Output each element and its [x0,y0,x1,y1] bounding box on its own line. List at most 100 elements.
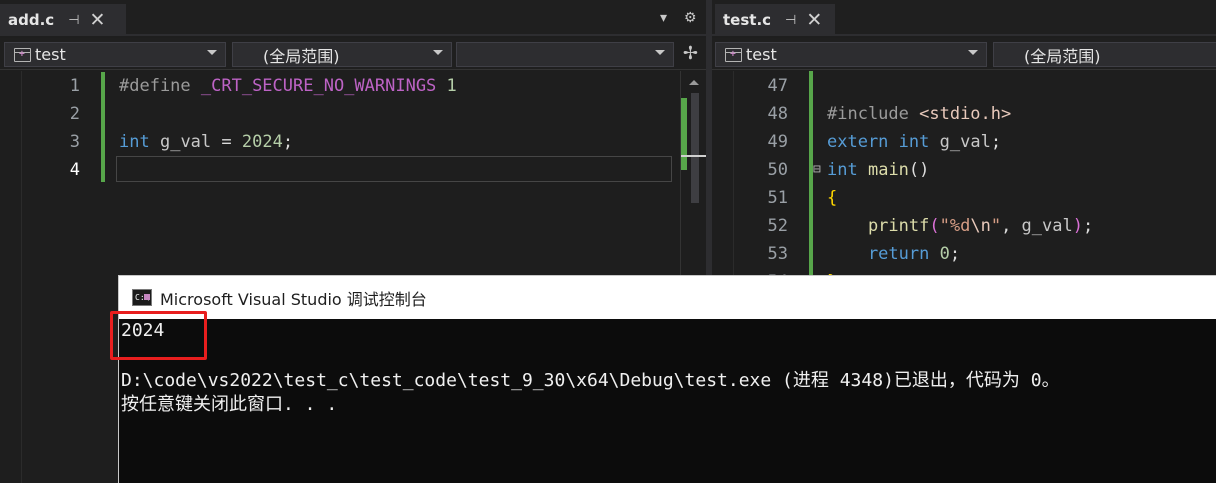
tab-title: add.c [8,11,55,29]
line-number: 50 [767,160,788,180]
line-number: 49 [767,132,788,152]
code-text: int g_val = 2024; [119,128,293,156]
left-navigation-bar: test (全局范围) ✢ [0,38,706,70]
code-text: extern int g_val; [827,128,1001,156]
code-line[interactable]: 4 [0,156,706,184]
scope-name: (全局范围) [263,46,340,66]
tab-list-dropdown-icon[interactable]: ▾ [660,9,667,26]
code-line[interactable]: 52 printf("%d\n", g_val); [712,212,1216,240]
code-token: \n [970,216,991,236]
code-token: int [119,132,150,152]
code-token: = [211,132,242,152]
code-token: ( [929,216,940,236]
right-tabstrip: test.c ⊣ ✕ [712,0,1216,36]
project-name: test [746,45,777,64]
scrollbar-change-mark [681,98,687,170]
chevron-down-icon [207,50,217,55]
line-number: 47 [767,76,788,96]
split-window-icon[interactable]: ✢ [683,43,698,64]
console-output-area[interactable]: 2024 D:\code\vs2022\test_c\test_code\tes… [119,319,1216,483]
code-text: #define _CRT_SECURE_NO_WARNINGS 1 [119,72,457,100]
right-navigation-bar: test (全局范围) [712,38,1216,70]
code-line[interactable]: 49 extern int g_val; [712,128,1216,156]
left-tabstrip: add.c ⊣ ✕ ▾ ⚙ [0,0,706,36]
project-name: test [35,45,66,64]
line-number: 4 [69,160,80,180]
code-token: () [908,160,930,180]
chevron-down-icon [433,50,443,55]
code-text: printf("%d\n", g_val); [827,212,1093,240]
pin-icon[interactable]: ⊣ [68,12,79,28]
code-line[interactable]: 51 { [712,184,1216,212]
pin-icon[interactable]: ⊣ [785,12,796,28]
line-number: 1 [69,76,80,96]
collapse-toggle-icon[interactable]: ⊟ [813,156,821,184]
code-token: 1 [446,76,457,96]
tab-title: test.c [723,11,772,29]
code-token: 2024 [241,132,283,152]
code-text: #include <stdio.h> [827,100,1011,128]
code-token: ; [1082,216,1094,236]
code-token: { [827,188,838,208]
console-title: Microsoft Visual Studio 调试控制台 [160,289,427,309]
code-token: printf [827,216,930,236]
scrollbar-caret-marker [681,155,706,157]
code-token: <stdio.h> [919,104,1012,124]
line-number: 2 [69,104,80,124]
code-token: g_val [1021,216,1073,236]
code-text: int main() [827,156,929,184]
code-token: _CRT_SECURE_NO_WARNINGS [200,76,437,96]
project-icon [14,47,31,62]
code-token: g_val [939,132,991,152]
code-token: int [898,132,930,152]
code-text: return 0; [827,240,960,268]
scope-dropdown[interactable]: (全局范围) [993,42,1216,67]
console-app-icon [132,289,152,306]
close-icon[interactable]: ✕ [90,9,106,32]
code-text: { [827,184,837,212]
code-line[interactable]: 47 [712,72,1216,100]
code-line[interactable]: 53 return 0; [712,240,1216,268]
scope-dropdown[interactable]: (全局范围) [232,42,452,67]
code-token: ) [1072,216,1083,236]
code-token: ; [949,244,961,264]
code-token: #include [827,104,920,124]
line-number: 3 [69,132,80,152]
tab-add-c[interactable]: add.c ⊣ ✕ [0,4,126,36]
chevron-down-icon [655,50,665,55]
project-dropdown[interactable]: test [715,42,987,67]
code-token: g_val [159,132,212,152]
code-token: 0 [939,244,950,264]
code-token: extern [827,132,889,152]
close-icon[interactable]: ✕ [806,9,822,32]
console-exit-message: D:\code\vs2022\test_c\test_code\test_9_3… [121,370,1060,391]
member-dropdown[interactable] [456,42,674,67]
code-line[interactable]: 50 ⊟ int main() [712,156,1216,184]
code-line[interactable]: 3 int g_val = 2024; [0,128,706,156]
code-line[interactable]: 48 #include <stdio.h> [712,100,1216,128]
code-token: " [990,216,1002,236]
chevron-down-icon [968,50,978,55]
line-number: 51 [767,188,788,208]
code-token: return [827,244,930,264]
code-token: "%d [939,216,971,236]
scroll-up-icon[interactable] [689,80,699,85]
gear-icon[interactable]: ⚙ [684,9,697,26]
code-line[interactable]: 2 [0,100,706,128]
tab-test-c[interactable]: test.c ⊣ ✕ [715,4,835,36]
code-token: ; [990,132,1002,152]
project-dropdown[interactable]: test [4,42,226,67]
console-prompt-message: 按任意键关闭此窗口. . . [121,394,338,415]
debug-console-window[interactable]: Microsoft Visual Studio 调试控制台 2024 D:\co… [118,275,1216,483]
console-titlebar[interactable]: Microsoft Visual Studio 调试控制台 [119,276,1216,319]
project-icon [725,47,742,62]
line-number: 52 [767,216,788,236]
code-line[interactable]: 1 #define _CRT_SECURE_NO_WARNINGS 1 [0,72,706,100]
scrollbar-thumb[interactable] [691,93,699,203]
code-token: int [827,160,858,180]
